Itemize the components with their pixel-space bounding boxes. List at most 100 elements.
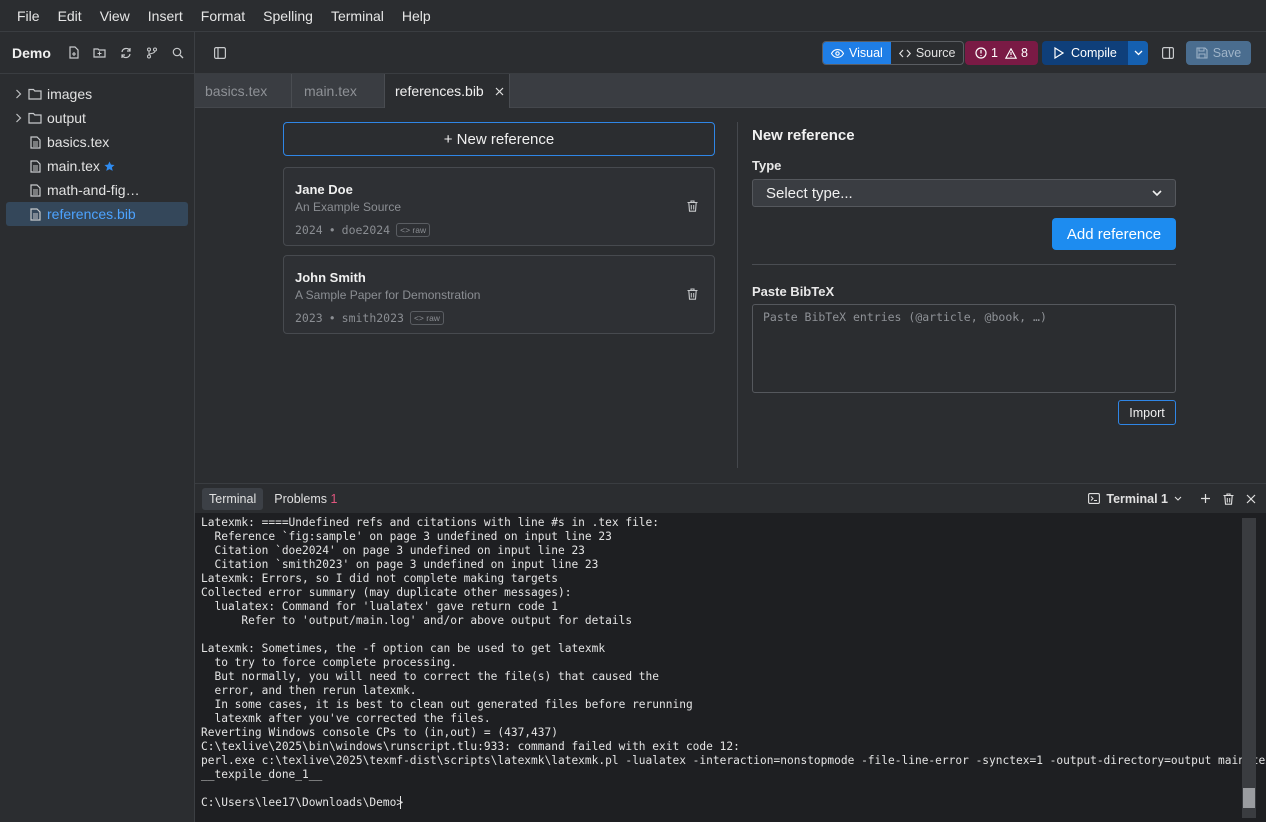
pane-divider [737, 122, 738, 468]
menu-insert[interactable]: Insert [139, 8, 192, 24]
tab-terminal-label: Terminal [209, 491, 257, 506]
visual-label: Visual [849, 46, 883, 60]
menu-format[interactable]: Format [192, 8, 254, 24]
import-button[interactable]: Import [1118, 400, 1176, 425]
add-terminal-icon[interactable] [1200, 493, 1211, 504]
problems-badge[interactable]: 1 8 [965, 41, 1038, 65]
tree-item-label: basics.tex [47, 134, 110, 150]
tab-problems[interactable]: Problems 1 [267, 488, 344, 510]
menu-file[interactable]: File [8, 8, 49, 24]
menu-help[interactable]: Help [393, 8, 440, 24]
tree-folder-output[interactable]: output [6, 106, 188, 130]
bibtex-textarea[interactable]: Paste BibTeX entries (@article, @book, …… [752, 304, 1176, 393]
file-icon [28, 159, 42, 173]
tree-file-basics[interactable]: basics.tex [6, 130, 188, 154]
problems-count: 1 [330, 491, 338, 506]
terminal-panel: Terminal Problems 1 Terminal 1 Latexmk: … [195, 483, 1266, 822]
toggle-preview-icon[interactable] [1162, 47, 1174, 59]
terminal-scrollbar[interactable] [1242, 518, 1256, 818]
chevron-right-icon[interactable] [10, 113, 26, 123]
toggle-sidebar-icon[interactable] [214, 47, 226, 59]
terminal-scroll-thumb[interactable] [1243, 788, 1255, 808]
compile-button[interactable]: Compile [1042, 41, 1128, 65]
star-icon [104, 160, 115, 172]
tree-item-label: output [47, 110, 86, 126]
raw-button[interactable]: <> raw [409, 311, 444, 325]
tab-label: basics.tex [205, 83, 268, 99]
play-icon [1054, 47, 1064, 59]
search-icon[interactable] [165, 40, 191, 66]
chevron-down-icon [1174, 496, 1182, 501]
trash-icon[interactable] [687, 288, 698, 300]
project-name: Demo [12, 44, 51, 61]
compile-options-dropdown[interactable] [1128, 41, 1148, 65]
visual-mode-button[interactable]: Visual [823, 42, 891, 64]
close-icon[interactable] [1246, 494, 1256, 504]
file-icon [28, 183, 42, 197]
raw-label: raw [412, 225, 427, 235]
tree-file-main[interactable]: main.tex [6, 154, 188, 178]
reference-card[interactable]: John Smith A Sample Paper for Demonstrat… [283, 255, 715, 334]
raw-button[interactable]: <> raw [396, 223, 431, 237]
terminal-header: Terminal Problems 1 Terminal 1 [195, 484, 1266, 513]
type-select[interactable]: Select type... [752, 179, 1176, 207]
git-branch-icon[interactable] [139, 40, 165, 66]
save-label: Save [1212, 46, 1242, 60]
terminal-icon [1088, 493, 1101, 504]
file-sidebar: Demo images output basics.tex main.tex m… [0, 32, 195, 822]
menu-terminal[interactable]: Terminal [322, 8, 393, 24]
trash-icon[interactable] [1223, 492, 1234, 505]
tab-basics[interactable]: basics.tex [195, 74, 292, 108]
tab-references[interactable]: references.bib [385, 74, 510, 108]
tab-main[interactable]: main.tex [292, 74, 385, 108]
warnings-count: 8 [1020, 46, 1028, 60]
paste-bibtex-label: Paste BibTeX [752, 284, 835, 299]
add-reference-button[interactable]: Add reference [1052, 218, 1176, 250]
editor-tabs: basics.tex main.tex references.bib [195, 74, 1266, 108]
new-file-icon[interactable] [61, 40, 87, 66]
tab-terminal[interactable]: Terminal [202, 487, 264, 510]
compile-label: Compile [1071, 46, 1117, 60]
new-reference-label: + New reference [443, 130, 555, 148]
file-tree: images output basics.tex main.tex math-a… [0, 74, 194, 226]
form-heading: New reference [752, 127, 855, 144]
new-reference-button[interactable]: + New reference [283, 122, 715, 156]
file-icon [28, 207, 42, 221]
tree-folder-images[interactable]: images [6, 82, 188, 106]
tab-label: references.bib [395, 83, 484, 99]
reference-key: doe2024 [341, 223, 391, 237]
source-mode-button[interactable]: Source [891, 42, 964, 64]
reference-year: 2023 [295, 311, 323, 325]
tree-file-math-and-fig[interactable]: math-and-fig… [6, 178, 188, 202]
tree-item-label: math-and-fig… [47, 182, 140, 198]
terminal-selector[interactable]: Terminal 1 [1088, 492, 1182, 506]
reference-card[interactable]: Jane Doe An Example Source 2024 • doe202… [283, 167, 715, 246]
warning-icon [1004, 47, 1017, 59]
reference-meta: 2024 • doe2024 <> raw [295, 223, 703, 237]
tree-file-references[interactable]: references.bib [6, 202, 188, 226]
code-icon [898, 49, 911, 58]
errors-count: 1 [991, 46, 998, 60]
tab-label: main.tex [304, 83, 357, 99]
chevron-right-icon[interactable] [10, 89, 26, 99]
trash-icon[interactable] [687, 200, 698, 212]
reference-title: A Sample Paper for Demonstration [295, 288, 481, 302]
type-select-value: Select type... [766, 184, 853, 202]
source-label: Source [915, 46, 956, 60]
tab-problems-label: Problems [274, 491, 328, 506]
reference-author: Jane Doe [295, 182, 353, 197]
refresh-icon[interactable] [113, 40, 139, 66]
new-reference-form: New reference Type Select type... Add re… [752, 122, 1176, 425]
tree-item-label: references.bib [47, 206, 136, 222]
terminal-output[interactable]: Latexmk: ====Undefined refs and citation… [201, 516, 1266, 810]
folder-icon [28, 112, 42, 124]
menu-spelling[interactable]: Spelling [254, 8, 322, 24]
add-reference-label: Add reference [1066, 225, 1162, 243]
menu-view[interactable]: View [91, 8, 139, 24]
file-icon [28, 135, 42, 149]
menu-bar: File Edit View Insert Format Spelling Te… [0, 0, 1266, 32]
save-button[interactable]: Save [1186, 41, 1251, 65]
new-folder-icon[interactable] [87, 40, 113, 66]
close-icon[interactable] [495, 87, 504, 96]
menu-edit[interactable]: Edit [49, 8, 91, 24]
